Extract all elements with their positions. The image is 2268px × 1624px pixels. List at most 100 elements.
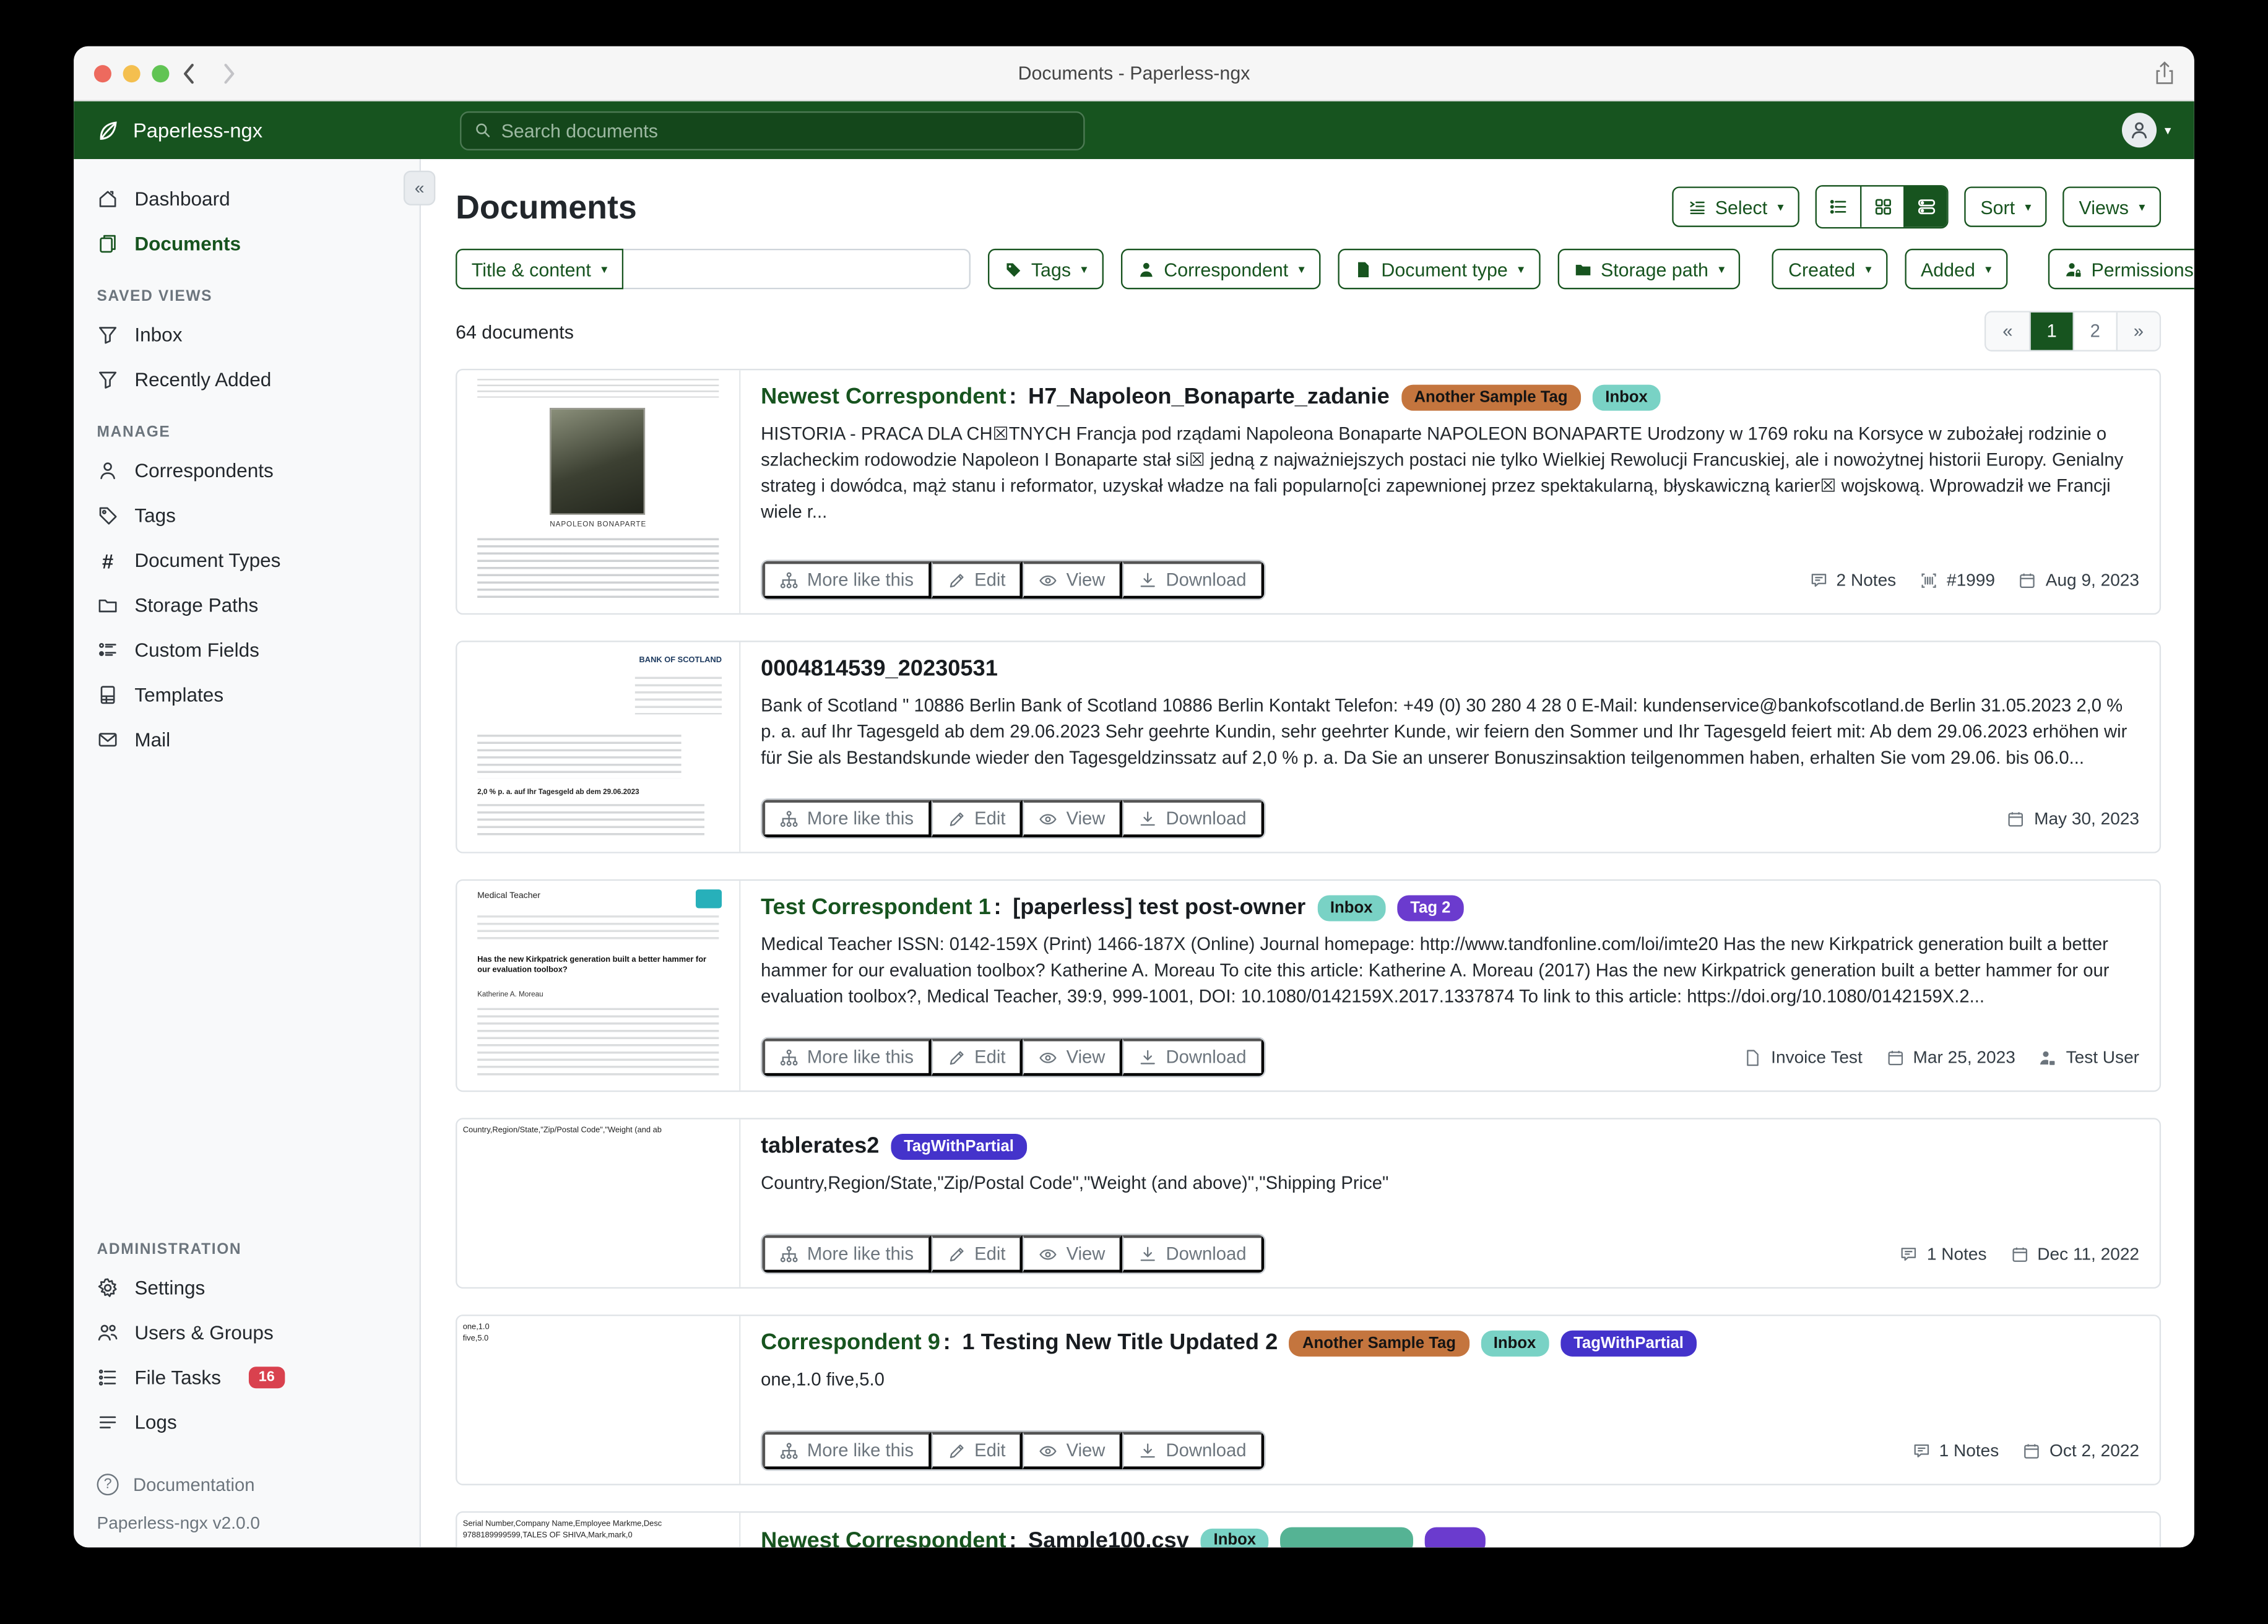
download-icon — [1138, 1245, 1157, 1263]
notes-indicator[interactable]: 2 Notes — [1809, 570, 1896, 590]
pagination-page-2[interactable]: 2 — [2073, 313, 2116, 350]
sidebar-item-documents[interactable]: Documents — [74, 222, 419, 266]
date-indicator: Oct 2, 2022 — [2022, 1440, 2139, 1461]
edit-button[interactable]: Edit — [931, 561, 1023, 599]
tag-pill[interactable]: Another Sample Tag — [1401, 385, 1580, 411]
edit-button[interactable]: Edit — [931, 800, 1023, 837]
download-button[interactable]: Download — [1122, 800, 1263, 837]
view-grid-button[interactable] — [1860, 186, 1903, 227]
close-window-button[interactable] — [94, 65, 111, 82]
sidebar-item-dashboard[interactable]: Dashboard — [74, 176, 419, 221]
filter-text-input[interactable] — [623, 249, 971, 289]
sidebar-item-tags[interactable]: Tags — [74, 493, 419, 538]
correspondent-link[interactable]: Correspondent 9 — [761, 1331, 940, 1357]
tag-pill[interactable] — [1281, 1527, 1414, 1548]
view-button[interactable]: View — [1023, 1039, 1123, 1076]
download-button[interactable]: Download — [1122, 561, 1263, 599]
zoom-window-button[interactable] — [152, 65, 169, 82]
document-thumbnail[interactable]: Medical Teacher Has the new Kirkpatrick … — [457, 881, 740, 1091]
pagination-page-1[interactable]: 1 — [2029, 313, 2072, 350]
sidebar-item-users-groups[interactable]: Users & Groups — [74, 1310, 419, 1355]
sidebar-item-correspondents[interactable]: Correspondents — [74, 448, 419, 493]
tag-pill[interactable]: TagWithPartial — [891, 1134, 1027, 1160]
more-like-this-button[interactable]: More like this — [762, 1432, 931, 1469]
document-title-link[interactable]: 0004814539_20230531 — [761, 657, 998, 683]
sort-button[interactable]: Sort ▾ — [1965, 186, 2047, 227]
filter-tags-button[interactable]: Tags ▾ — [988, 249, 1103, 289]
sidebar-item-custom-fields[interactable]: Custom Fields — [74, 628, 419, 672]
forward-button[interactable] — [222, 62, 238, 92]
tag-pill[interactable]: Inbox — [1481, 1331, 1549, 1357]
select-button[interactable]: Select ▾ — [1672, 186, 1800, 227]
more-like-this-button[interactable]: More like this — [762, 1039, 931, 1076]
sidebar-item-storage-paths[interactable]: Storage Paths — [74, 583, 419, 628]
more-like-this-button[interactable]: More like this — [762, 1235, 931, 1273]
document-card: BANK OF SCOTLAND 2,0 % p. a. auf Ihr Tag… — [456, 641, 2161, 853]
document-thumbnail[interactable]: BANK OF SCOTLAND 2,0 % p. a. auf Ihr Tag… — [457, 642, 740, 852]
sidebar-item-recently-added[interactable]: Recently Added — [74, 357, 419, 402]
app-brand[interactable]: Paperless-ngx — [74, 118, 421, 142]
view-button[interactable]: View — [1023, 561, 1123, 599]
document-thumbnail[interactable]: Serial Number,Company Name,Employee Mark… — [457, 1513, 740, 1547]
more-like-this-button[interactable]: More like this — [762, 800, 931, 837]
global-search[interactable] — [460, 111, 1084, 150]
tag-pill[interactable]: Tag 2 — [1397, 895, 1463, 921]
edit-button[interactable]: Edit — [931, 1235, 1023, 1273]
filter-correspondent-button[interactable]: Correspondent ▾ — [1120, 249, 1320, 289]
document-title-link[interactable]: Sample100.csv — [1028, 1528, 1189, 1548]
tag-pill[interactable]: Another Sample Tag — [1289, 1331, 1469, 1357]
share-button[interactable] — [2153, 61, 2175, 92]
sidebar-item-inbox[interactable]: Inbox — [74, 313, 419, 357]
filter-document-type-button[interactable]: Document type ▾ — [1338, 249, 1539, 289]
edit-button[interactable]: Edit — [931, 1432, 1023, 1469]
view-list-button[interactable] — [1817, 186, 1860, 227]
sidebar-item-settings[interactable]: Settings — [74, 1266, 419, 1310]
tag-pill[interactable]: Inbox — [1317, 895, 1386, 921]
sidebar-collapse-button[interactable]: « — [404, 171, 435, 205]
documentation-link[interactable]: ? Documentation — [74, 1465, 419, 1504]
download-button[interactable]: Download — [1122, 1039, 1263, 1076]
filter-created-button[interactable]: Created ▾ — [1772, 249, 1887, 289]
filter-permissions-button[interactable]: Permissions ▾ — [2048, 249, 2194, 289]
notes-indicator[interactable]: 1 Notes — [1911, 1440, 1999, 1461]
tag-pill[interactable]: Inbox — [1592, 385, 1661, 411]
download-button[interactable]: Download — [1122, 1432, 1263, 1469]
filter-storage-path-button[interactable]: Storage path ▾ — [1557, 249, 1741, 289]
filter-field-button[interactable]: Title & content ▾ — [456, 249, 623, 289]
minimize-window-button[interactable] — [123, 65, 141, 82]
filter-added-button[interactable]: Added ▾ — [1905, 249, 2007, 289]
correspondent-link[interactable]: Test Correspondent 1 — [761, 895, 991, 921]
document-thumbnail[interactable]: one,1.0five,5.0 — [457, 1316, 740, 1484]
more-like-this-button[interactable]: More like this — [762, 561, 931, 599]
view-button[interactable]: View — [1023, 1235, 1123, 1273]
edit-button[interactable]: Edit — [931, 1039, 1023, 1076]
tag-pill[interactable]: TagWithPartial — [1560, 1331, 1697, 1357]
download-button[interactable]: Download — [1122, 1235, 1263, 1273]
document-title-link[interactable]: [paperless] test post-owner — [1013, 895, 1305, 921]
view-button[interactable]: View — [1023, 800, 1123, 837]
search-input[interactable] — [501, 119, 1071, 141]
sidebar-item-templates[interactable]: Templates — [74, 673, 419, 717]
correspondent-link[interactable]: Newest Correspondent — [761, 385, 1006, 411]
sidebar-item-mail[interactable]: Mail — [74, 717, 419, 762]
pagination-first[interactable]: « — [1986, 313, 2029, 350]
document-thumbnail[interactable]: NAPOLEON BONAPARTE — [457, 370, 740, 613]
back-button[interactable] — [181, 62, 197, 92]
tag-pill[interactable]: Inbox — [1201, 1528, 1270, 1548]
user-menu[interactable]: ▾ — [2123, 113, 2171, 147]
pagination-last[interactable]: » — [2116, 313, 2160, 350]
document-title-link[interactable]: 1 Testing New Title Updated 2 — [962, 1331, 1278, 1357]
view-button[interactable]: View — [1023, 1432, 1123, 1469]
sidebar-item-file-tasks[interactable]: File Tasks 16 — [74, 1355, 419, 1400]
correspondent-link[interactable]: Newest Correspondent — [761, 1528, 1006, 1548]
document-excerpt: one,1.0 five,5.0 — [761, 1367, 2139, 1393]
notes-indicator[interactable]: 1 Notes — [1899, 1244, 1986, 1264]
tag-pill[interactable] — [1426, 1527, 1486, 1548]
views-button[interactable]: Views ▾ — [2063, 186, 2161, 227]
sidebar-item-document-types[interactable]: # Document Types — [74, 538, 419, 582]
document-title-link[interactable]: tablerates2 — [761, 1134, 879, 1160]
document-title-link[interactable]: H7_Napoleon_Bonaparte_zadanie — [1028, 385, 1390, 411]
view-detail-button[interactable] — [1903, 186, 1947, 227]
document-thumbnail[interactable]: Country,Region/State,"Zip/Postal Code","… — [457, 1120, 740, 1287]
sidebar-item-logs[interactable]: Logs — [74, 1400, 419, 1445]
